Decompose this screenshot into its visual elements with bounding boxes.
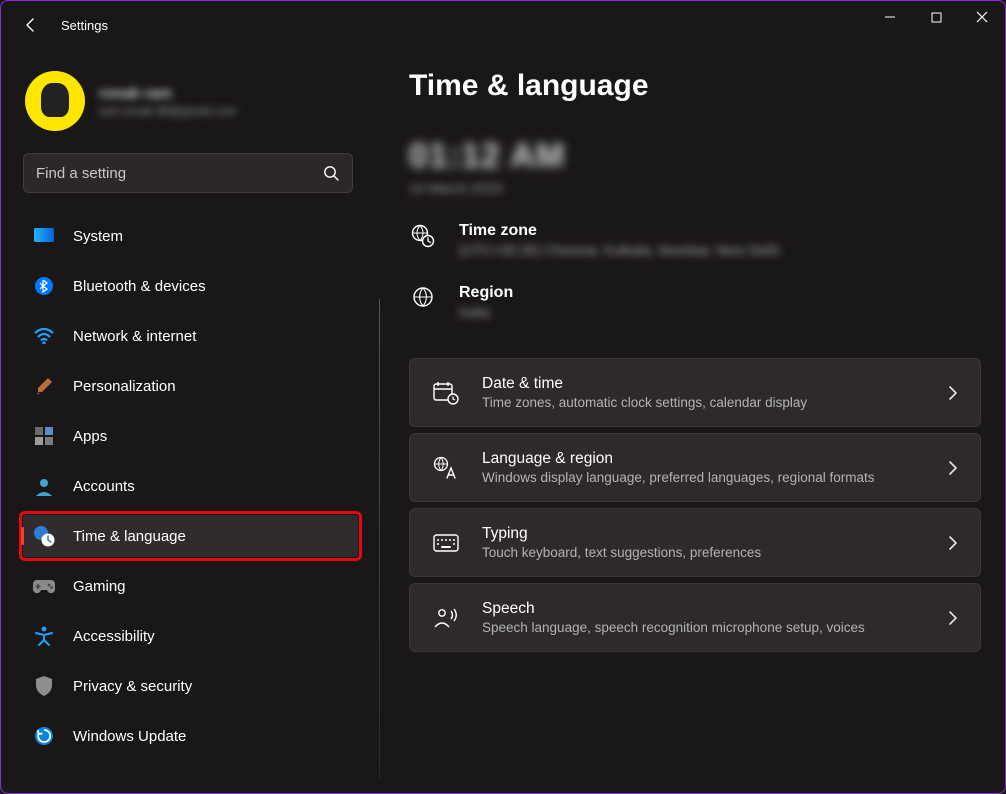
maximize-button[interactable] [913,1,959,33]
globe-clock-icon [409,224,437,248]
apps-icon [33,425,55,447]
settings-card-list: Date & time Time zones, automatic clock … [409,358,981,652]
maximize-icon [931,12,942,23]
title-bar: Settings [1,1,1005,49]
card-subtitle: Time zones, automatic clock settings, ca… [482,395,926,410]
sidebar-item-label: Time & language [73,528,186,545]
sidebar-item-label: System [73,228,123,245]
region-value: India [459,304,513,320]
card-typing[interactable]: Typing Touch keyboard, text suggestions,… [409,508,981,577]
sidebar-item-label: Accounts [73,478,135,495]
minimize-button[interactable] [867,1,913,33]
timezone-value: (UTC+05:30) Chennai, Kolkata, Mumbai, Ne… [459,242,780,258]
search-input[interactable] [36,165,323,182]
sidebar-item-time-language[interactable]: Time & language [23,515,358,557]
app-title: Settings [61,18,108,33]
sidebar-item-label: Apps [73,428,107,445]
calendar-clock-icon [432,381,460,405]
card-title: Language & region [482,450,926,468]
user-name: ronak ram [99,85,237,102]
vertical-divider [379,299,380,779]
sidebar-item-accounts[interactable]: Accounts [23,465,358,507]
search-box[interactable] [23,153,353,193]
timezone-title: Time zone [459,222,780,240]
sidebar-item-bluetooth[interactable]: Bluetooth & devices [23,265,358,307]
sidebar-item-network[interactable]: Network & internet [23,315,358,357]
page-title: Time & language [409,69,981,103]
sidebar-item-accessibility[interactable]: Accessibility [23,615,358,657]
sidebar-item-personalization[interactable]: Personalization [23,365,358,407]
card-date-time[interactable]: Date & time Time zones, automatic clock … [409,358,981,427]
card-language-region[interactable]: Language & region Windows display langua… [409,433,981,502]
update-icon [33,725,55,747]
sidebar-item-label: Windows Update [73,728,186,745]
accessibility-icon [33,625,55,647]
sidebar-item-label: Bluetooth & devices [73,278,206,295]
region-info: Region India [409,284,981,320]
close-icon [976,11,988,23]
sidebar-item-windows-update[interactable]: Windows Update [23,715,358,757]
card-subtitle: Touch keyboard, text suggestions, prefer… [482,545,926,560]
card-title: Typing [482,525,926,543]
user-email: ram.ronak.98@gmail.com [99,104,237,118]
card-title: Date & time [482,375,926,393]
back-button[interactable] [11,5,51,45]
sidebar-item-label: Accessibility [73,628,155,645]
sidebar-item-label: Gaming [73,578,126,595]
search-icon [323,165,340,182]
shield-icon [33,675,55,697]
keyboard-icon [432,534,460,552]
language-icon [432,456,460,480]
globe-icon [409,286,437,308]
card-subtitle: Windows display language, preferred lang… [482,470,926,485]
paintbrush-icon [33,375,55,397]
card-speech[interactable]: Speech Speech language, speech recogniti… [409,583,981,652]
person-icon [33,475,55,497]
chevron-right-icon [948,535,958,551]
region-title: Region [459,284,513,302]
sidebar-item-label: Network & internet [73,328,196,345]
sidebar-item-system[interactable]: System [23,215,358,257]
arrow-left-icon [23,17,39,33]
minimize-icon [884,11,896,23]
chevron-right-icon [948,460,958,476]
gamepad-icon [33,575,55,597]
avatar [25,71,85,131]
clock-globe-icon [33,525,55,547]
chevron-right-icon [948,610,958,626]
sidebar-item-label: Privacy & security [73,678,192,695]
speech-icon [432,607,460,629]
bluetooth-icon [33,275,55,297]
user-account-row[interactable]: ronak ram ram.ronak.98@gmail.com [25,71,358,131]
current-time: 01:12 AM [409,137,981,176]
timezone-info: Time zone (UTC+05:30) Chennai, Kolkata, … [409,222,981,258]
close-button[interactable] [959,1,1005,33]
chevron-right-icon [948,385,958,401]
card-subtitle: Speech language, speech recognition micr… [482,620,926,635]
wifi-icon [33,325,55,347]
current-date: 14 March 2023 [409,180,981,196]
sidebar-item-gaming[interactable]: Gaming [23,565,358,607]
main-content: Time & language 01:12 AM 14 March 2023 T… [409,69,981,793]
system-icon [33,225,55,247]
sidebar: ronak ram ram.ronak.98@gmail.com System … [1,61,376,793]
sidebar-item-privacy[interactable]: Privacy & security [23,665,358,707]
nav-list: System Bluetooth & devices Network & int… [23,211,358,761]
card-title: Speech [482,600,926,618]
sidebar-item-label: Personalization [73,378,176,395]
window-controls [867,1,1005,33]
sidebar-item-apps[interactable]: Apps [23,415,358,457]
